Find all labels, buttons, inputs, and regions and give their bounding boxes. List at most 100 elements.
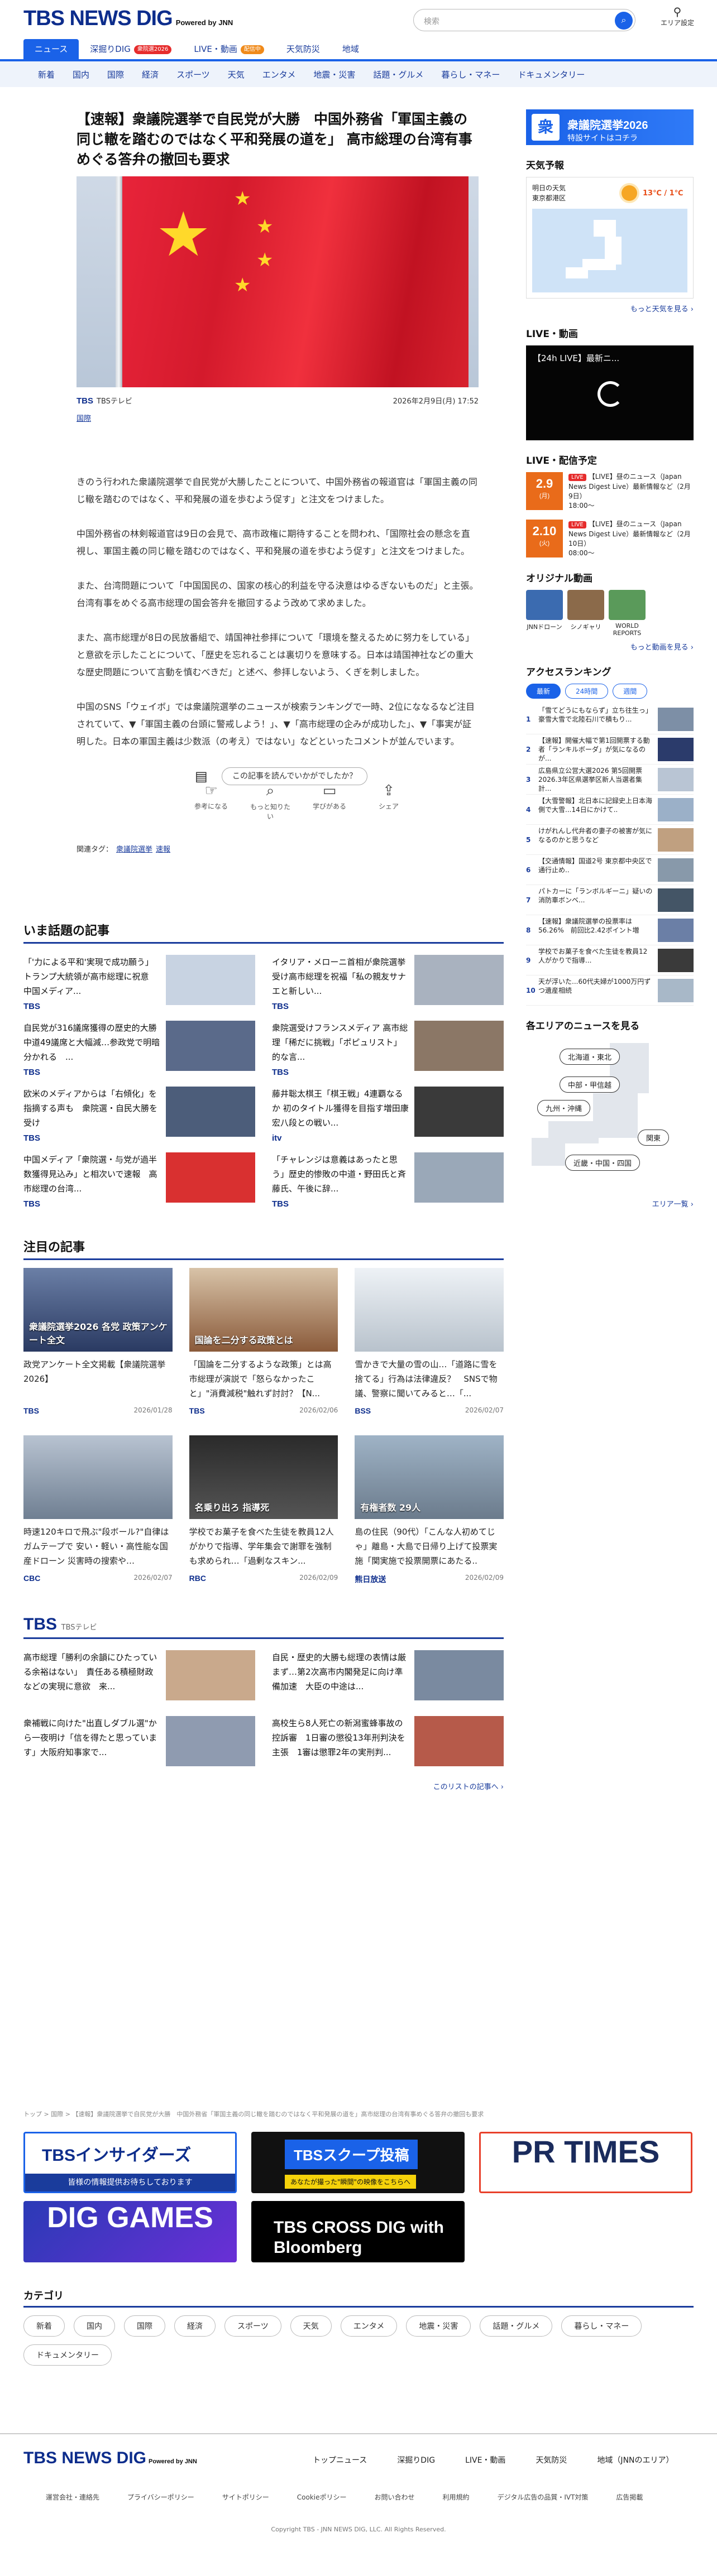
category-chip[interactable]: 国内 xyxy=(74,2315,115,2337)
trending-card[interactable]: 自民党が316議席獲得の歴史的大勝 中道49議席と大幅減…参政党で明暗分かれる … xyxy=(23,1015,255,1081)
subnav-item-3[interactable]: 経済 xyxy=(133,69,168,80)
area-hokkaido-tohoku[interactable]: 北海道・東北 xyxy=(560,1049,620,1065)
category-chip[interactable]: ドキュメンタリー xyxy=(23,2344,112,2366)
reaction-button[interactable]: ☞ 参考になる xyxy=(191,782,231,821)
scoop-banner[interactable]: TBSスクープ投稿 あなたが撮った"瞬間"の映像をこちらへ xyxy=(251,2132,465,2193)
footer-link[interactable]: お問い合わせ xyxy=(375,2492,415,2502)
cross-dig-banner[interactable]: TBS CROSS DIG with Bloomberg xyxy=(251,2201,465,2262)
tag-link[interactable]: 速報 xyxy=(156,845,170,854)
footer-link[interactable]: プライバシーポリシー xyxy=(127,2492,194,2502)
footer-link[interactable]: 地域（JNNのエリア） xyxy=(597,2454,673,2466)
nav-tab-2[interactable]: LIVE・動画 配信中 xyxy=(183,39,275,59)
footer-link[interactable]: 天気防災 xyxy=(536,2454,567,2466)
featured-card[interactable]: 衆議院選挙2026 各党 政策アンケート全文 政党アンケート全文掲載【衆議院選挙2… xyxy=(23,1268,173,1415)
reaction-button[interactable]: ▭ 学びがある xyxy=(309,782,350,821)
subnav-item-0[interactable]: 新着 xyxy=(29,69,64,80)
ranking-tab[interactable]: 最新 xyxy=(526,684,561,699)
category-chip[interactable]: 国際 xyxy=(124,2315,165,2337)
area-kanto[interactable]: 関東 xyxy=(638,1130,670,1146)
footer-logo[interactable]: TBS NEWS DIG Powered by JNN xyxy=(23,2449,197,2468)
site-logo[interactable]: TBS NEWS DIG Powered by JNN xyxy=(23,7,233,31)
ranking-item[interactable]: 6 【交通情報】国道2号 東京都中央区で通行止め.. xyxy=(526,855,694,885)
trending-card[interactable]: 欧米のメディアからは「右傾化」を指摘する声も 衆院選・自民大勝を受け TBS xyxy=(23,1081,255,1147)
category-chip[interactable]: エンタメ xyxy=(340,2315,398,2337)
ranking-item[interactable]: 4 【大雪警報】北日本に記録史上日本海側で大雪...14日にかけて.. xyxy=(526,795,694,825)
category-chip[interactable]: スポーツ xyxy=(224,2315,281,2337)
weather-widget[interactable]: 明日の天気 東京都港区 13℃ / 1℃ xyxy=(526,177,694,299)
ranking-item[interactable]: 8 【速報】衆議院選挙の投票率は56.26% 前回比2.42ポイント増 xyxy=(526,915,694,945)
area-list-link[interactable]: エリア一覧 › xyxy=(526,1198,694,1209)
subnav-item-7[interactable]: 地震・災害 xyxy=(304,69,364,80)
subnav-item-6[interactable]: エンタメ xyxy=(254,69,305,80)
category-chip[interactable]: 新着 xyxy=(23,2315,65,2337)
trending-card[interactable]: 衆院選受けフランスメディア 高市総理「稀だに挑戦」「ポピュリスト」的な言... T… xyxy=(272,1015,504,1081)
featured-card[interactable]: 有権者数 29人 島の住民（90代）「こんな人初めてじゃ」離島・大島で日帰り上げて… xyxy=(355,1435,504,1585)
footer-link[interactable]: サイトポリシー xyxy=(222,2492,269,2502)
category-chip[interactable]: 話題・グルメ xyxy=(480,2315,553,2337)
tbs-card[interactable]: 高市総理「勝利の余韻にひたっている余裕はない」 責任ある積極財政などの実現に意欲… xyxy=(23,1645,255,1710)
subnav-item-2[interactable]: 国際 xyxy=(98,69,133,80)
prtimes-banner[interactable]: PR TIMES xyxy=(479,2132,692,2193)
featured-card[interactable]: 雪かきで大量の雪の山…「道路に雪を捨てる」行為は法律違反？ SNSで物議、警察に… xyxy=(355,1268,504,1415)
footer-link[interactable]: デジタル広告の品質・IVT対策 xyxy=(498,2492,589,2502)
area-chubu[interactable]: 中部・甲信越 xyxy=(560,1076,620,1093)
footer-link[interactable]: LIVE・動画 xyxy=(465,2454,505,2466)
ranking-item[interactable]: 5 けがれんし代弁者の妻子の被害が気になるのかと思うなど xyxy=(526,825,694,855)
area-kinki[interactable]: 近畿・中国・四国 xyxy=(565,1155,640,1171)
subnav-item-8[interactable]: 話題・グルメ xyxy=(364,69,432,80)
subnav-item-4[interactable]: スポーツ xyxy=(168,69,219,80)
more-weather-link[interactable]: もっと天気を見る › xyxy=(526,303,694,314)
more-link[interactable]: このリストの記事へ › xyxy=(23,1781,504,1791)
subnav-item-1[interactable]: 国内 xyxy=(64,69,98,80)
footer-link[interactable]: 広告掲載 xyxy=(616,2492,643,2502)
nav-tab-4[interactable]: 地域 xyxy=(331,39,370,59)
nav-tab-3[interactable]: 天気防災 xyxy=(275,39,331,59)
trending-card[interactable]: 「チャレンジは意義はあったと思う」歴史的惨敗の中道・野田氏と斉藤氏、午後に辞..… xyxy=(272,1147,504,1213)
trending-card[interactable]: 「'力による平和'実現で成功願う」トランプ大統領が高市総理に祝意 中国メディア.… xyxy=(23,949,255,1015)
dig-games-banner[interactable]: DIG GAMES xyxy=(23,2201,237,2262)
footer-link[interactable]: 利用規約 xyxy=(443,2492,470,2502)
subnav-item-5[interactable]: 天気 xyxy=(219,69,254,80)
featured-card[interactable]: 時速120キロで飛ぶ"段ボール?"自律はガムテープで 安い・軽い・高性能な国産ド… xyxy=(23,1435,173,1585)
trending-card[interactable]: 中国メディア「衆院選・与党が過半数獲得見込み」と相次いで速報 高市総理の台湾..… xyxy=(23,1147,255,1213)
tbs-card[interactable]: 高校生ら8人死亡の新潟蜜蜂事故の控訴審 1日審の懲役13年刑判決を主張 1審は懲… xyxy=(272,1710,504,1776)
schedule-item[interactable]: 2.9 (月) LIVE 【LIVE】昼のニュース（Japan News Digest… xyxy=(526,472,694,511)
reaction-button[interactable]: ⌕ もっと知りたい xyxy=(250,782,290,821)
category-chip[interactable]: 地震・災害 xyxy=(406,2315,471,2337)
ranking-item[interactable]: 2 【速報】開催大幅で第1回開票する動者「ランキルボーダ」が気になるのが... xyxy=(526,734,694,765)
featured-card[interactable]: 国論を二分する政策とは 「国論を二分するような政策」とは高市総理が演説で「怒らなか… xyxy=(189,1268,338,1415)
tag-link[interactable]: 衆議院選挙 xyxy=(116,845,152,854)
election-banner[interactable]: 衆衆議院選挙2026 特設サイトはコチラ xyxy=(526,109,694,145)
area-kyushu[interactable]: 九州・沖縄 xyxy=(537,1100,591,1116)
reaction-button[interactable]: ⇪ シェア xyxy=(369,782,409,821)
live-video-player[interactable]: 【24h LIVE】最新ニ... xyxy=(526,345,694,440)
ranking-item[interactable]: 3 広島県立公営大選2026 第5回開票2026.3年区県選挙区新人当選者集計..… xyxy=(526,765,694,795)
ranking-item[interactable]: 10 天が浮いた...60代夫婦が1000万円ずつ遺産相続 xyxy=(526,975,694,1006)
tbs-card[interactable]: 自民・歴史的大勝も総理の表情は厳まず…第2次高市内閣発足に向け準備加速 大臣の中… xyxy=(272,1645,504,1710)
tbs-card[interactable]: 衆補戦に向けた"出直しダブル選"から一夜明け「信を得たと思っています」大阪府知事… xyxy=(23,1710,255,1776)
category-chip[interactable]: 経済 xyxy=(174,2315,216,2337)
category-chip[interactable]: 天気 xyxy=(290,2315,332,2337)
original-video-item[interactable]: WORLD REPORTS xyxy=(609,590,646,637)
featured-card[interactable]: 名乗り出ろ 指導死 学校でお菓子を食べた生徒を教員12人がかりで指導、学年集会で謝… xyxy=(189,1435,338,1585)
footer-link[interactable]: 運営会社・連絡先 xyxy=(46,2492,99,2502)
ranking-tab[interactable]: 週間 xyxy=(613,684,648,699)
footer-link[interactable]: 深掘りDIG xyxy=(397,2454,435,2466)
subnav-item-9[interactable]: 暮らし・マネー xyxy=(432,69,509,80)
ranking-item[interactable]: 7 パトカーに「ランボルギーニ」疑いの消防車ボンベ... xyxy=(526,885,694,915)
original-video-item[interactable]: JNNドローン xyxy=(526,590,563,637)
ranking-item[interactable]: 1 「雪てどうにもならず」立ち往生っ」豪雪大雪で北陸石川で積もり... xyxy=(526,704,694,734)
subnav-item-10[interactable]: ドキュメンタリー xyxy=(509,69,594,80)
search-icon[interactable]: ⌕ xyxy=(615,12,633,30)
insiders-banner[interactable]: TBSインサイダーズ 皆様の情報提供お待ちしております xyxy=(23,2132,237,2193)
trending-card[interactable]: 藤井聡太棋王「棋王戦」4連覇なるか 初のタイトル獲得を目指す増田康宏八段との戦い… xyxy=(272,1081,504,1147)
more-video-link[interactable]: もっと動画を見る › xyxy=(526,641,694,652)
ranking-tab[interactable]: 24時間 xyxy=(565,684,609,699)
ranking-item[interactable]: 9 学校でお菓子を食べた生徒を教員12人がかりで指導... xyxy=(526,945,694,975)
footer-link[interactable]: Cookieポリシー xyxy=(297,2492,347,2502)
area-settings-button[interactable]: ⚲ エリア設定 xyxy=(658,6,697,27)
nav-tab-0[interactable]: ニュース xyxy=(23,39,79,59)
footer-link[interactable]: トップニュース xyxy=(313,2454,367,2466)
nav-tab-1[interactable]: 深掘りDIG 衆院選2026 xyxy=(79,39,183,59)
original-video-item[interactable]: シノギャリ xyxy=(567,590,604,637)
